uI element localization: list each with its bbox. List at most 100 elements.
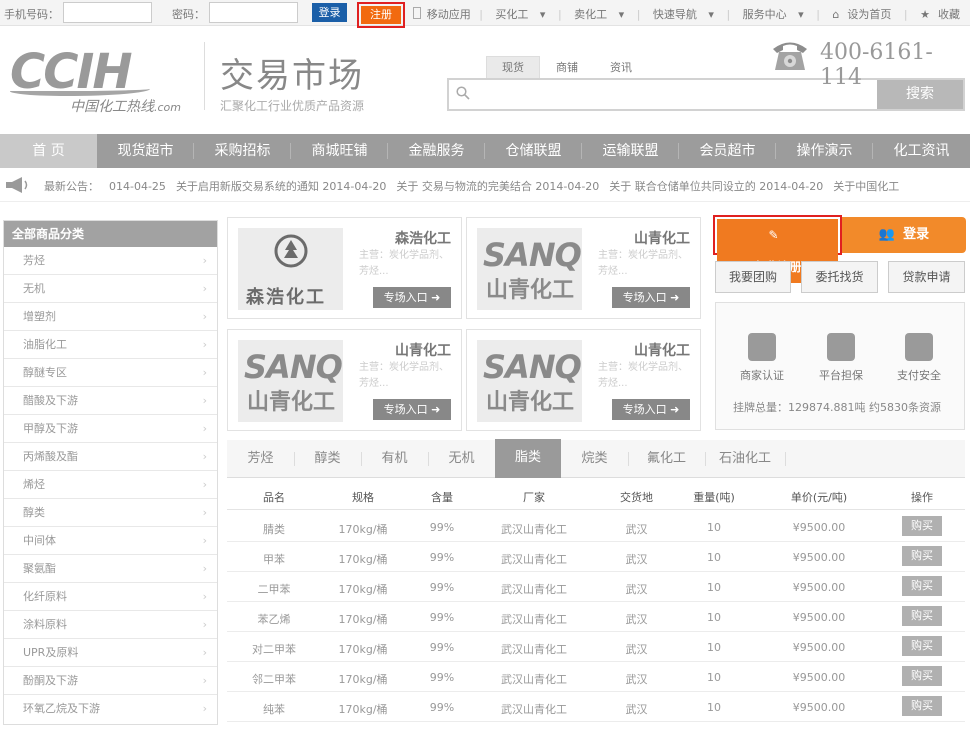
- brand-logo-en: SANQ: [483, 348, 582, 386]
- announcement-item[interactable]: 关于启用新版交易系统的通知 2014-04-20: [176, 180, 386, 193]
- link-service[interactable]: 服务中心 ▾: [739, 8, 808, 21]
- logo-cn-text: 中国化工热线: [70, 99, 154, 115]
- category-item[interactable]: 化纤原料 ›: [4, 583, 217, 611]
- link-buy[interactable]: 买化工 ▾: [491, 8, 549, 21]
- brand-name[interactable]: 山青化工: [395, 340, 451, 360]
- brand-logo[interactable]: SANQ 山青化工: [238, 340, 343, 422]
- buy-button[interactable]: 购买: [902, 546, 942, 566]
- brand-logo[interactable]: 森浩化工: [238, 228, 343, 310]
- link-mobile-app[interactable]: 移动应用: [427, 8, 471, 21]
- col-weight: 重量(吨): [693, 491, 735, 504]
- category-item[interactable]: 醇类 ›: [4, 499, 217, 527]
- category-item[interactable]: UPR及原料 ›: [4, 639, 217, 667]
- cell-name[interactable]: 纯苯: [227, 701, 321, 717]
- chevron-right-icon: ›: [202, 282, 207, 295]
- nav-shops[interactable]: 商城旺铺: [291, 134, 388, 168]
- search-input[interactable]: [475, 82, 875, 106]
- login-button[interactable]: 👥 登录: [842, 217, 966, 253]
- category-item[interactable]: 芳烃 ›: [4, 247, 217, 275]
- tab-inorganic[interactable]: 无机: [428, 440, 495, 478]
- link-set-home[interactable]: ⌂ 设为首页: [828, 8, 895, 21]
- announcement-item[interactable]: 关于 联合仓储单位共同设立的 2014-04-20: [609, 180, 823, 193]
- free-register-button[interactable]: ✎免费注册: [713, 215, 842, 283]
- tab-petrochemical[interactable]: 石油化工: [705, 440, 785, 478]
- cell-name[interactable]: 邻二甲苯: [227, 671, 321, 687]
- brand-name[interactable]: 森浩化工: [395, 228, 451, 248]
- nav-storage[interactable]: 仓储联盟: [485, 134, 582, 168]
- entrust-button[interactable]: 委托找货: [801, 261, 878, 293]
- buy-button[interactable]: 购买: [902, 666, 942, 686]
- announcement-item[interactable]: 014-04-25: [109, 180, 166, 193]
- brand-name[interactable]: 山青化工: [634, 340, 690, 360]
- link-sell[interactable]: 卖化工 ▾: [570, 8, 628, 21]
- category-item[interactable]: 增塑剂 ›: [4, 303, 217, 331]
- nav-news[interactable]: 化工资讯: [873, 134, 970, 168]
- nav-procurement[interactable]: 采购招标: [194, 134, 291, 168]
- nav-transport[interactable]: 运输联盟: [582, 134, 679, 168]
- announcement-item[interactable]: 关于中国化工: [833, 180, 899, 193]
- buy-button[interactable]: 购买: [902, 516, 942, 536]
- password-input[interactable]: [209, 2, 298, 23]
- cell-name[interactable]: 甲苯: [227, 551, 321, 567]
- cell-name[interactable]: 腈类: [227, 521, 321, 537]
- category-item[interactable]: 醇醚专区 ›: [4, 359, 217, 387]
- phone-input[interactable]: [63, 2, 152, 23]
- buy-button[interactable]: 购买: [902, 696, 942, 716]
- enter-store-button[interactable]: 专场入口 ➜: [373, 399, 451, 420]
- buy-button[interactable]: 购买: [902, 636, 942, 656]
- hotline-number: 400-6161-114: [820, 40, 933, 90]
- search-tab-news[interactable]: 资讯: [594, 57, 648, 79]
- enter-store-button[interactable]: 专场入口 ➜: [612, 399, 690, 420]
- tab-alcohols[interactable]: 醇类: [294, 440, 361, 478]
- cell-name[interactable]: 苯乙烯: [227, 611, 321, 627]
- group-buy-button[interactable]: 我要团购: [715, 261, 791, 293]
- tab-alkanes[interactable]: 烷类: [561, 440, 628, 478]
- brand-logo-text: 山青化工: [247, 390, 336, 415]
- cell-delivery: 武汉: [625, 673, 648, 686]
- buy-button[interactable]: 购买: [902, 606, 942, 626]
- trust-item: 平台担保: [811, 333, 871, 383]
- category-item[interactable]: 酚酮及下游 ›: [4, 667, 217, 695]
- category-item[interactable]: 环氧乙烷及下游 ›: [4, 695, 217, 723]
- nav-finance[interactable]: 金融服务: [388, 134, 485, 168]
- nav-spot-market[interactable]: 现货超市: [97, 134, 194, 168]
- tab-organic[interactable]: 有机: [361, 440, 428, 478]
- chevron-right-icon: ›: [202, 674, 207, 687]
- cell-name[interactable]: 二甲苯: [227, 581, 321, 597]
- brand-logo[interactable]: SANQ 山青化工: [477, 228, 582, 310]
- cell-content: 99%: [429, 611, 455, 624]
- tab-fluorochemical[interactable]: 氟化工: [628, 440, 705, 478]
- link-quick-nav[interactable]: 快速导航 ▾: [649, 8, 718, 21]
- category-item[interactable]: 烯烃 ›: [4, 471, 217, 499]
- nav-home[interactable]: 首 页: [0, 134, 97, 168]
- col-price: 单价(元/吨): [790, 491, 848, 504]
- site-logo[interactable]: CCIH 中国化工热线.com: [10, 44, 195, 119]
- top-register-button[interactable]: 注册: [357, 2, 405, 28]
- telephone-icon: [773, 42, 807, 70]
- category-item[interactable]: 丙烯酸及酯 ›: [4, 443, 217, 471]
- brand-name[interactable]: 山青化工: [634, 228, 690, 248]
- buy-button[interactable]: 购买: [902, 576, 942, 596]
- category-item[interactable]: 无机 ›: [4, 275, 217, 303]
- brand-logo[interactable]: SANQ 山青化工: [477, 340, 582, 422]
- loan-button[interactable]: 贷款申请: [888, 261, 965, 293]
- enter-store-button[interactable]: 专场入口 ➜: [612, 287, 690, 308]
- category-item[interactable]: 醋酸及下游 ›: [4, 387, 217, 415]
- link-favorite[interactable]: ★ 收藏: [916, 8, 964, 21]
- cell-name[interactable]: 对二甲苯: [227, 641, 321, 657]
- top-login-button[interactable]: 登录: [312, 3, 347, 22]
- category-item[interactable]: 油脂化工 ›: [4, 331, 217, 359]
- category-item[interactable]: 聚氨酯 ›: [4, 555, 217, 583]
- category-item[interactable]: 中间体 ›: [4, 527, 217, 555]
- tab-aromatics[interactable]: 芳烃: [227, 440, 294, 478]
- category-item[interactable]: 涂料原料 ›: [4, 611, 217, 639]
- category-item[interactable]: 甲醇及下游 ›: [4, 415, 217, 443]
- enter-store-button[interactable]: 专场入口 ➜: [373, 287, 451, 308]
- tab-esters[interactable]: 脂类: [495, 439, 561, 478]
- search-tab-shop[interactable]: 商铺: [540, 57, 594, 79]
- announcement-item[interactable]: 关于 交易与物流的完美结合 2014-04-20: [396, 180, 599, 193]
- cell-price: ¥9500.00: [792, 641, 846, 654]
- nav-demo[interactable]: 操作演示: [776, 134, 873, 168]
- search-tab-spot[interactable]: 现货: [486, 56, 540, 78]
- nav-member[interactable]: 会员超市: [679, 134, 776, 168]
